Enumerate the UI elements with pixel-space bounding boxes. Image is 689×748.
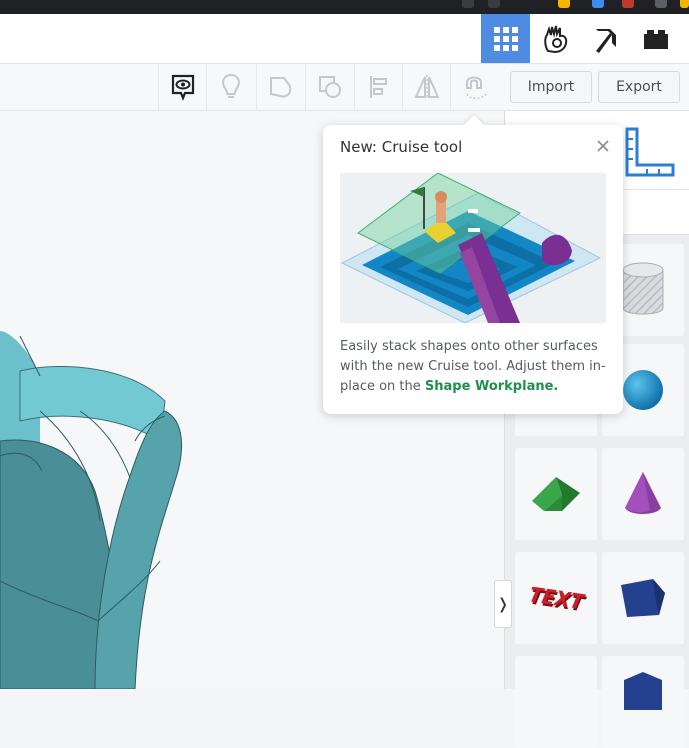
- cruise-magnet-icon: [466, 76, 488, 99]
- text-shape-label: TEXT: [524, 582, 588, 614]
- close-icon[interactable]: [595, 138, 611, 154]
- cruise-tool-button[interactable]: [450, 64, 499, 110]
- bulb-icon: [222, 73, 240, 98]
- extension-icon[interactable]: [655, 0, 667, 8]
- shape-tile-polygon[interactable]: [602, 552, 684, 644]
- bricks-icon: [643, 29, 668, 49]
- hole-tool-button[interactable]: [305, 64, 354, 110]
- shape-tile-text[interactable]: TEXT: [515, 552, 597, 644]
- sphere-shape-icon: [623, 370, 663, 410]
- notes-tool-button[interactable]: [158, 64, 207, 110]
- extension-icon[interactable]: [680, 0, 689, 8]
- panel-collapse-button[interactable]: ❭: [494, 580, 512, 628]
- solid-tool-button[interactable]: [256, 64, 305, 110]
- export-button[interactable]: Export: [598, 71, 680, 103]
- extension-icon[interactable]: [488, 0, 500, 8]
- hand-tinker-icon: [543, 25, 567, 53]
- extension-icon[interactable]: [462, 0, 474, 8]
- align-tool-button[interactable]: [354, 64, 403, 110]
- roof-shape-icon: [532, 477, 580, 511]
- polygon-shape-icon: [621, 579, 665, 617]
- tinker-hand-button[interactable]: [531, 14, 580, 63]
- shape-solid-icon: [270, 77, 292, 98]
- mirror-tool-button[interactable]: [402, 64, 451, 110]
- popover-body: Easily stack shapes onto other surfaces …: [340, 337, 610, 397]
- grid-view-icon: [493, 26, 518, 51]
- cone-shape-icon: [625, 472, 661, 514]
- shape-tile-cone[interactable]: [602, 448, 684, 540]
- top-bar: [0, 14, 689, 64]
- browser-tab-strip: [0, 0, 689, 14]
- pentagon-shape-icon: [624, 672, 662, 710]
- align-icon: [370, 76, 387, 98]
- mirror-icon: [414, 75, 440, 99]
- toolbar: Import Export: [0, 64, 689, 111]
- import-button[interactable]: Import: [510, 71, 592, 103]
- extension-icon[interactable]: [622, 0, 634, 8]
- shape-tile-pentagon[interactable]: [602, 656, 684, 748]
- bricks-button[interactable]: [631, 14, 680, 63]
- pickaxe-icon: [595, 28, 616, 53]
- shape-tile-roof[interactable]: [515, 448, 597, 540]
- grid-view-button[interactable]: [481, 14, 530, 63]
- bulb-tool-button[interactable]: [206, 64, 255, 110]
- popover-title: New: Cruise tool: [340, 138, 463, 156]
- shape-tile-paraboloid[interactable]: [515, 656, 597, 748]
- extension-icon[interactable]: [592, 0, 604, 8]
- shape-workplane-link[interactable]: Shape Workplane.: [425, 379, 558, 394]
- cylinder-shape-icon: [622, 262, 664, 315]
- ruler-icon[interactable]: [617, 125, 689, 185]
- chevron-right-icon: ❭: [496, 595, 510, 613]
- minecraft-button[interactable]: [581, 14, 630, 63]
- notes-eye-icon: [171, 74, 195, 101]
- extension-icon[interactable]: [558, 0, 570, 8]
- cruise-tool-popover: New: Cruise tool Easily stack shapes ont…: [323, 115, 623, 414]
- cruise-tool-illustration: [340, 173, 606, 323]
- shape-hole-icon: [319, 76, 341, 98]
